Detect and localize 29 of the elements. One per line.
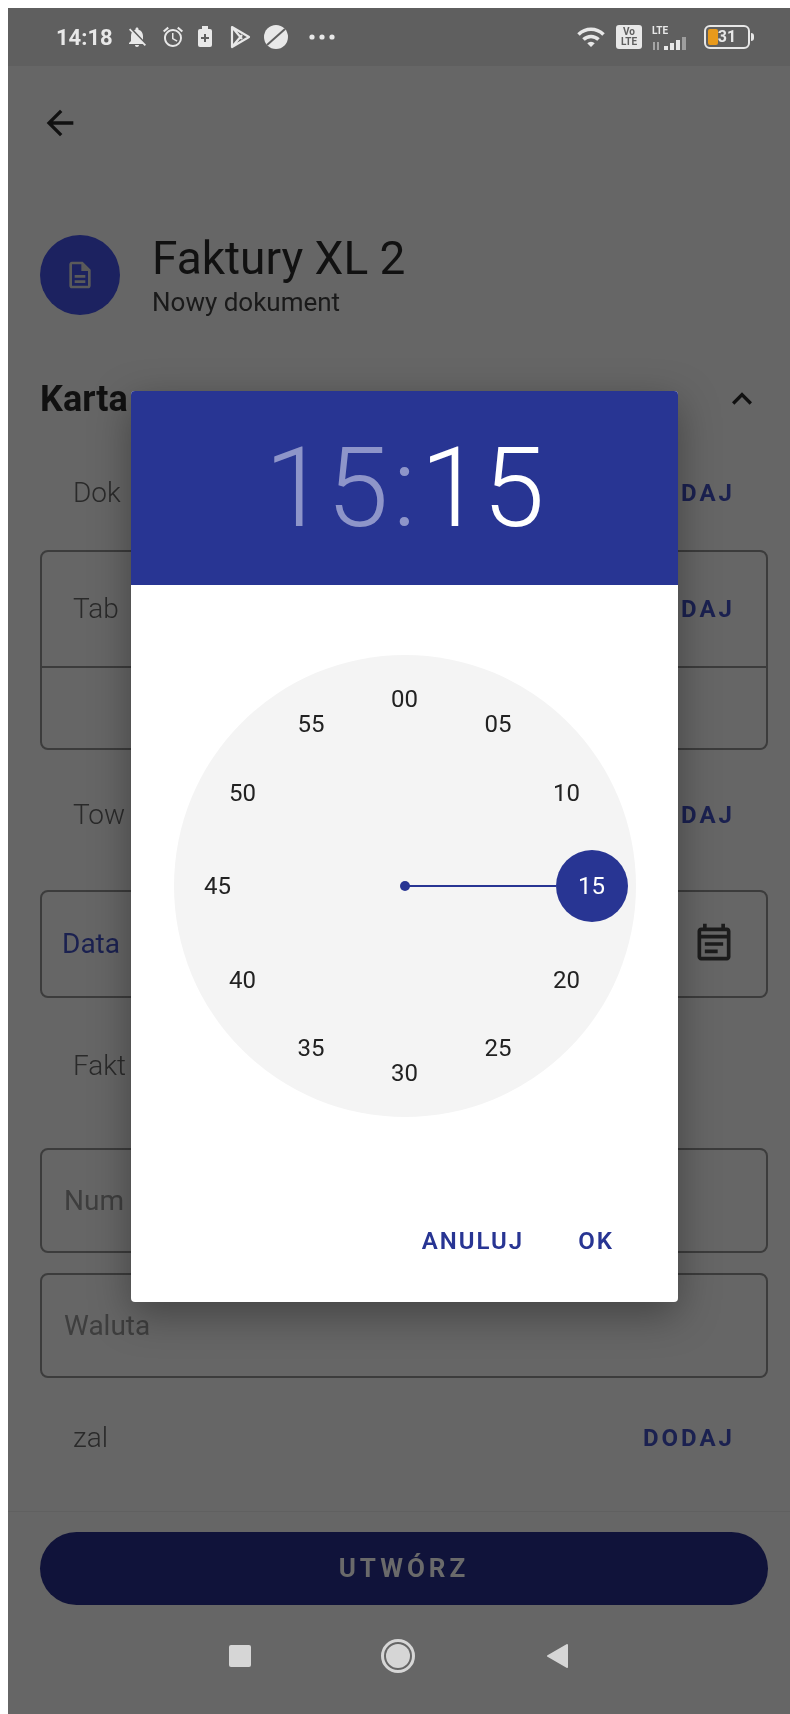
battery-indicator: 31	[704, 25, 750, 49]
row-label: Tow	[73, 797, 126, 833]
row-label: Fakt	[73, 1048, 127, 1084]
dial-number[interactable]: 30	[368, 1037, 441, 1109]
dial-number[interactable]: 45	[181, 850, 254, 922]
hour-display[interactable]: 15	[264, 432, 389, 544]
play-triangle-icon	[228, 25, 251, 49]
row-label: Dok	[73, 475, 121, 511]
volte-badge: Vo LTE	[616, 25, 642, 49]
more-dots-icon	[308, 34, 335, 40]
network-label: LTE	[652, 24, 669, 36]
section-title: Karta	[40, 377, 128, 422]
dial-number[interactable]: 00	[368, 663, 441, 735]
time-separator: :	[391, 432, 418, 544]
recents-icon[interactable]	[229, 1644, 251, 1667]
dial-number[interactable]: 15	[555, 850, 628, 922]
alarm-icon	[160, 25, 185, 49]
document-subtitle: Nowy dokument	[152, 286, 342, 319]
dialog-button[interactable]: ANULUJ	[415, 1223, 531, 1259]
back-triangle-icon[interactable]	[545, 1642, 569, 1669]
row-label: Tab	[73, 591, 119, 627]
minute-display[interactable]: 15	[420, 432, 545, 544]
document-title: Faktury XL 2	[152, 231, 406, 285]
clock-face[interactable]: 00 05 10 15 20 25 30 35 40 45 50 55	[173, 655, 636, 1117]
dialog-button[interactable]: OK	[572, 1223, 620, 1259]
home-icon[interactable]	[381, 1638, 415, 1673]
battery-plus-icon	[196, 26, 213, 48]
row-label: zal	[73, 1420, 108, 1456]
status-time: 14:18	[56, 23, 113, 52]
